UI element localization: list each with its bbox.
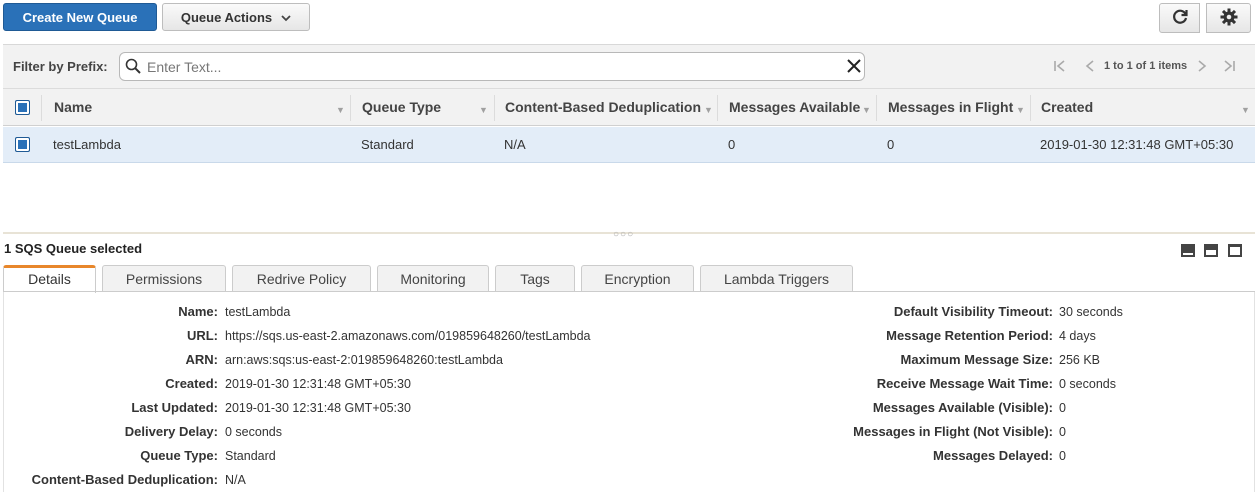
detail-label-max-message-size: Maximum Message Size:: [900, 352, 1053, 367]
column-header-created[interactable]: Created: [1041, 89, 1093, 126]
filter-label: Filter by Prefix:: [13, 59, 108, 74]
first-page-icon[interactable]: [1053, 59, 1067, 76]
detail-label-visibility-timeout: Default Visibility Timeout:: [893, 304, 1053, 319]
layout-full-icon[interactable]: [1228, 244, 1242, 257]
detail-value-retention-period: 4 days: [1059, 329, 1096, 343]
cell-created: 2019-01-30 12:31:48 GMT+05:30: [1040, 137, 1234, 152]
last-page-icon[interactable]: [1222, 59, 1236, 76]
next-page-icon[interactable]: [1196, 59, 1208, 76]
detail-value-dedup: N/A: [225, 473, 246, 487]
column-header-dedup[interactable]: Content-Based Deduplication: [505, 89, 701, 126]
detail-label-created: Created:: [165, 376, 218, 391]
detail-label-retention-period: Message Retention Period:: [886, 328, 1053, 343]
column-header-messages-available[interactable]: Messages Available: [729, 89, 860, 126]
detail-label-queue-type: Queue Type:: [140, 448, 218, 463]
column-separator: [876, 95, 877, 121]
column-separator: [350, 95, 351, 121]
cell-name: testLambda: [53, 137, 121, 152]
column-header-name[interactable]: Name: [54, 89, 92, 126]
sort-caret-icon[interactable]: ▼: [862, 105, 871, 115]
sort-caret-icon[interactable]: ▼: [704, 105, 713, 115]
prev-page-icon[interactable]: [1084, 59, 1096, 76]
table-header: Name ▼ Queue Type ▼ Content-Based Dedupl…: [3, 88, 1255, 126]
tab-monitoring[interactable]: Monitoring: [377, 265, 489, 292]
tab-redrive-policy-label: Redrive Policy: [256, 271, 347, 287]
tab-encryption-label: Encryption: [604, 271, 671, 287]
create-new-queue-button[interactable]: Create New Queue: [3, 3, 157, 31]
detail-label-url: URL:: [186, 328, 218, 343]
detail-value-max-message-size: 256 KB: [1059, 353, 1101, 367]
cell-messages-in-flight: 0: [887, 137, 895, 152]
detail-value-messages-delayed: 0: [1059, 449, 1066, 463]
detail-value-name: testLambda: [225, 305, 291, 319]
column-separator: [494, 95, 495, 121]
detail-value-messages-not-visible: 0: [1059, 425, 1066, 439]
refresh-icon: [1171, 8, 1189, 29]
create-new-queue-label: Create New Queue: [22, 9, 138, 25]
tab-details-label: Details: [28, 271, 71, 287]
pagination-text: 1 to 1 of 1 items: [1104, 60, 1188, 72]
tab-lambda-triggers-label: Lambda Triggers: [723, 271, 830, 287]
detail-label-arn: ARN:: [185, 352, 219, 367]
tab-tags-label: Tags: [520, 271, 550, 287]
tab-tags[interactable]: Tags: [495, 265, 575, 292]
detail-label-dedup: Content-Based Deduplication:: [31, 472, 218, 487]
tab-permissions-label: Permissions: [125, 271, 203, 287]
tab-lambda-triggers[interactable]: Lambda Triggers: [700, 265, 853, 292]
detail-value-url: https://sqs.us-east-2.amazonaws.com/0198…: [225, 329, 591, 343]
detail-value-visibility-timeout: 30 seconds: [1059, 305, 1123, 319]
settings-button[interactable]: [1206, 3, 1251, 33]
tab-monitoring-label: Monitoring: [400, 271, 466, 287]
sort-caret-icon[interactable]: ▼: [336, 105, 345, 115]
tab-redrive-policy[interactable]: Redrive Policy: [232, 265, 371, 292]
layout-split-icon[interactable]: [1204, 244, 1218, 257]
detail-label-messages-delayed: Messages Delayed:: [933, 448, 1053, 463]
detail-label-wait-time: Receive Message Wait Time:: [876, 376, 1053, 391]
detail-label-name: Name:: [178, 304, 218, 319]
detail-value-last-updated: 2019-01-30 12:31:48 GMT+05:30: [225, 401, 411, 415]
sort-caret-icon[interactable]: ▼: [1016, 105, 1025, 115]
detail-value-messages-visible: 0: [1059, 401, 1066, 415]
search-icon: [125, 58, 141, 77]
filter-bar: Filter by Prefix: 1 to 1 of 1 items: [3, 44, 1255, 88]
cell-queue-type: Standard: [361, 137, 414, 152]
filter-input[interactable]: [145, 56, 825, 77]
cell-messages-available: 0: [728, 137, 736, 152]
sort-caret-icon[interactable]: ▼: [479, 105, 488, 115]
detail-label-last-updated: Last Updated:: [131, 400, 218, 415]
select-all-checkbox[interactable]: [15, 100, 30, 115]
detail-value-delivery-delay: 0 seconds: [225, 425, 282, 439]
column-separator: [41, 95, 42, 121]
queue-actions-label: Queue Actions: [180, 9, 273, 25]
selection-summary: 1 SQS Queue selected: [4, 241, 143, 256]
tab-permissions[interactable]: Permissions: [102, 265, 226, 292]
detail-value-wait-time: 0 seconds: [1059, 377, 1116, 391]
detail-label-messages-visible: Messages Available (Visible):: [872, 400, 1053, 415]
chevron-down-icon: [281, 10, 291, 25]
layout-bottom-icon[interactable]: [1181, 244, 1195, 257]
refresh-button[interactable]: [1159, 3, 1200, 33]
resize-grip-icon[interactable]: ○○○: [613, 229, 634, 240]
clear-icon[interactable]: [847, 59, 861, 76]
column-header-messages-in-flight[interactable]: Messages in Flight: [888, 89, 1013, 126]
search-box[interactable]: [119, 52, 865, 81]
tab-encryption[interactable]: Encryption: [581, 265, 694, 292]
detail-value-queue-type: Standard: [225, 449, 276, 463]
column-separator: [717, 95, 718, 121]
column-separator: [1030, 95, 1031, 121]
detail-label-delivery-delay: Delivery Delay:: [124, 424, 218, 439]
gear-icon: [1220, 8, 1238, 29]
detail-label-messages-not-visible: Messages in Flight (Not Visible):: [853, 424, 1053, 439]
table-row[interactable]: testLambda Standard N/A 0 0 2019-01-30 1…: [3, 127, 1255, 163]
tab-details[interactable]: Details: [3, 265, 96, 293]
row-checkbox[interactable]: [15, 137, 30, 152]
detail-value-created: 2019-01-30 12:31:48 GMT+05:30: [225, 377, 411, 391]
column-header-queue-type[interactable]: Queue Type: [362, 89, 441, 126]
cell-dedup: N/A: [504, 137, 526, 152]
sort-caret-icon[interactable]: ▼: [1241, 105, 1250, 115]
detail-value-arn: arn:aws:sqs:us-east-2:019859648260:testL…: [225, 353, 503, 367]
queue-actions-button[interactable]: Queue Actions: [162, 3, 310, 31]
